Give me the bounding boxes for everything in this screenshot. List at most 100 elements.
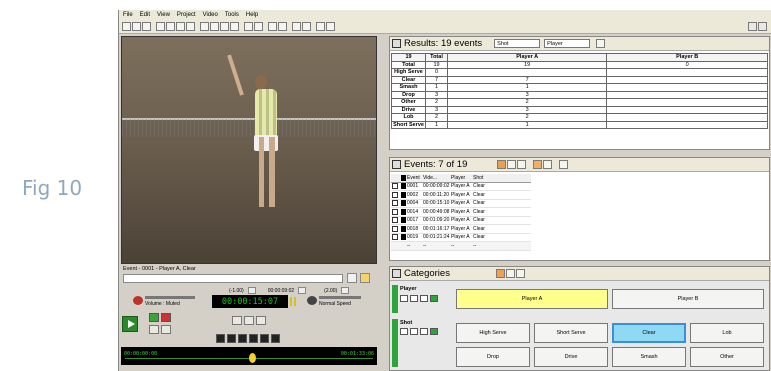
results-column-dropdown[interactable]: Player [544, 39, 591, 48]
cell-total[interactable]: 1 [425, 120, 448, 129]
event-row[interactable]: 0004 00:00:15:10 Player A Clear [391, 200, 531, 208]
col-video[interactable]: Vide... [423, 175, 451, 181]
speed-slider[interactable] [319, 296, 361, 299]
comment-note-icon[interactable] [360, 273, 370, 283]
cell-player-b[interactable] [606, 68, 768, 77]
cell-player-a[interactable]: 2 [446, 113, 608, 122]
cell-player-b[interactable] [606, 113, 768, 122]
cell-player-a[interactable] [446, 68, 608, 77]
split-view-icon[interactable] [244, 22, 253, 31]
cell-total[interactable]: 0 [425, 68, 448, 77]
category-player-a-button[interactable]: Player A [456, 289, 608, 309]
new-icon[interactable] [122, 22, 131, 31]
cell-player-a[interactable]: 1 [446, 83, 608, 92]
cell-player-b[interactable] [606, 75, 768, 84]
filter-cell[interactable]: -- [423, 243, 451, 249]
frame-back-icon[interactable] [149, 325, 159, 334]
event-checkbox[interactable] [392, 183, 398, 190]
event-checkbox[interactable] [392, 208, 398, 215]
cell-player-b[interactable] [606, 120, 768, 129]
cell-player-b[interactable] [606, 98, 768, 107]
marker-dropdown-icon[interactable] [302, 22, 311, 31]
chart-icon[interactable] [268, 22, 277, 31]
category-player-b-button[interactable]: Player B [612, 289, 764, 309]
frame-forward-icon[interactable] [161, 325, 171, 334]
cell-player-a[interactable]: 3 [446, 105, 608, 114]
event-checkbox[interactable] [392, 217, 398, 224]
category-drive-button[interactable]: Drive [534, 347, 608, 367]
cell-total[interactable]: 1 [425, 83, 448, 92]
event-checkbox[interactable] [392, 234, 398, 241]
cell-total[interactable]: 7 [425, 75, 448, 84]
event-row[interactable]: 0017 00:01:09:20 Player A Clear [391, 217, 531, 225]
category-lob-button[interactable]: Lob [690, 323, 764, 343]
event-row[interactable]: 0001 00:00:09:02 Player A Clear [391, 183, 531, 191]
comment-edit-icon[interactable] [347, 273, 357, 283]
step-back-icon[interactable] [247, 287, 256, 294]
cell-total[interactable]: 19 [425, 60, 448, 69]
columns-icon[interactable] [543, 160, 553, 169]
player-group-toggle-icon[interactable] [410, 295, 418, 302]
categories-view-icon[interactable] [230, 22, 239, 31]
menu-file[interactable]: File [123, 12, 133, 18]
shot-group-icon[interactable] [400, 328, 408, 335]
playlist-icon[interactable] [517, 160, 527, 169]
results-options-icon[interactable] [596, 39, 606, 48]
repeat-icon[interactable] [244, 316, 254, 325]
player-group-icon[interactable] [400, 295, 408, 302]
export-icon[interactable] [507, 160, 517, 169]
layout-icon[interactable] [200, 22, 209, 31]
cell-player-a[interactable]: 3 [446, 90, 608, 99]
video-frame[interactable] [121, 36, 377, 264]
play-small-icon[interactable] [227, 334, 236, 343]
save-icon[interactable] [142, 22, 151, 31]
filter-events-icon[interactable] [497, 160, 507, 169]
pen-icon[interactable] [316, 22, 325, 31]
cell-player-b[interactable] [606, 105, 768, 114]
cell-total[interactable]: 2 [425, 98, 448, 107]
group-icon[interactable] [533, 160, 543, 169]
video-timeline[interactable]: 00:00:00:00 00:01:33:06 [121, 347, 377, 365]
mark-icon[interactable] [256, 316, 266, 325]
event-row[interactable]: 0002 00:00:11:20 Player A Clear [391, 191, 531, 200]
filter-cell[interactable]: -- [451, 243, 473, 249]
copy-icon[interactable] [166, 22, 175, 31]
player-group-blank-icon[interactable] [420, 295, 428, 302]
results-view-icon[interactable] [210, 22, 219, 31]
speed-icon[interactable] [307, 296, 317, 305]
clock-icon[interactable] [298, 287, 307, 294]
cut-icon[interactable] [156, 22, 165, 31]
cell-total[interactable]: 3 [425, 90, 448, 99]
category-code-icon[interactable] [515, 269, 525, 278]
menu-project[interactable]: Project [177, 12, 196, 18]
category-clear-button[interactable]: Clear [612, 323, 686, 343]
loop-icon[interactable] [232, 316, 242, 325]
col-shot[interactable]: Shot [473, 175, 491, 181]
category-edit-icon[interactable] [495, 269, 505, 278]
category-add-icon[interactable] [505, 269, 515, 278]
open-icon[interactable] [132, 22, 141, 31]
cell-player-b[interactable] [606, 83, 768, 92]
col-event[interactable]: Event [407, 175, 423, 181]
filter-cell[interactable]: -- [407, 243, 423, 249]
event-checkbox[interactable] [392, 200, 398, 207]
event-checkbox[interactable] [392, 225, 398, 232]
paste-icon[interactable] [176, 22, 185, 31]
event-row[interactable]: 0018 00:01:16:17 Player A Clear [391, 225, 531, 234]
cell-player-a[interactable]: 1 [446, 120, 608, 129]
stop-icon[interactable] [216, 334, 225, 343]
category-high-serve-button[interactable]: High Serve [456, 323, 530, 343]
category-other-button[interactable]: Other [690, 347, 764, 367]
window-icon[interactable] [254, 22, 263, 31]
menu-view[interactable]: View [157, 12, 170, 18]
cell-player-b[interactable] [606, 90, 768, 99]
category-short-serve-button[interactable]: Short Serve [534, 323, 608, 343]
shot-group-blank-icon[interactable] [420, 328, 428, 335]
lightbulb-icon[interactable] [748, 22, 757, 31]
menu-edit[interactable]: Edit [140, 12, 150, 18]
shot-group-color-icon[interactable] [430, 328, 438, 335]
cell-player-a[interactable]: 2 [446, 98, 608, 107]
cell-player-b[interactable]: 0 [606, 60, 768, 69]
cell-player-a[interactable]: 7 [446, 75, 608, 84]
menu-tools[interactable]: Tools [225, 12, 239, 18]
